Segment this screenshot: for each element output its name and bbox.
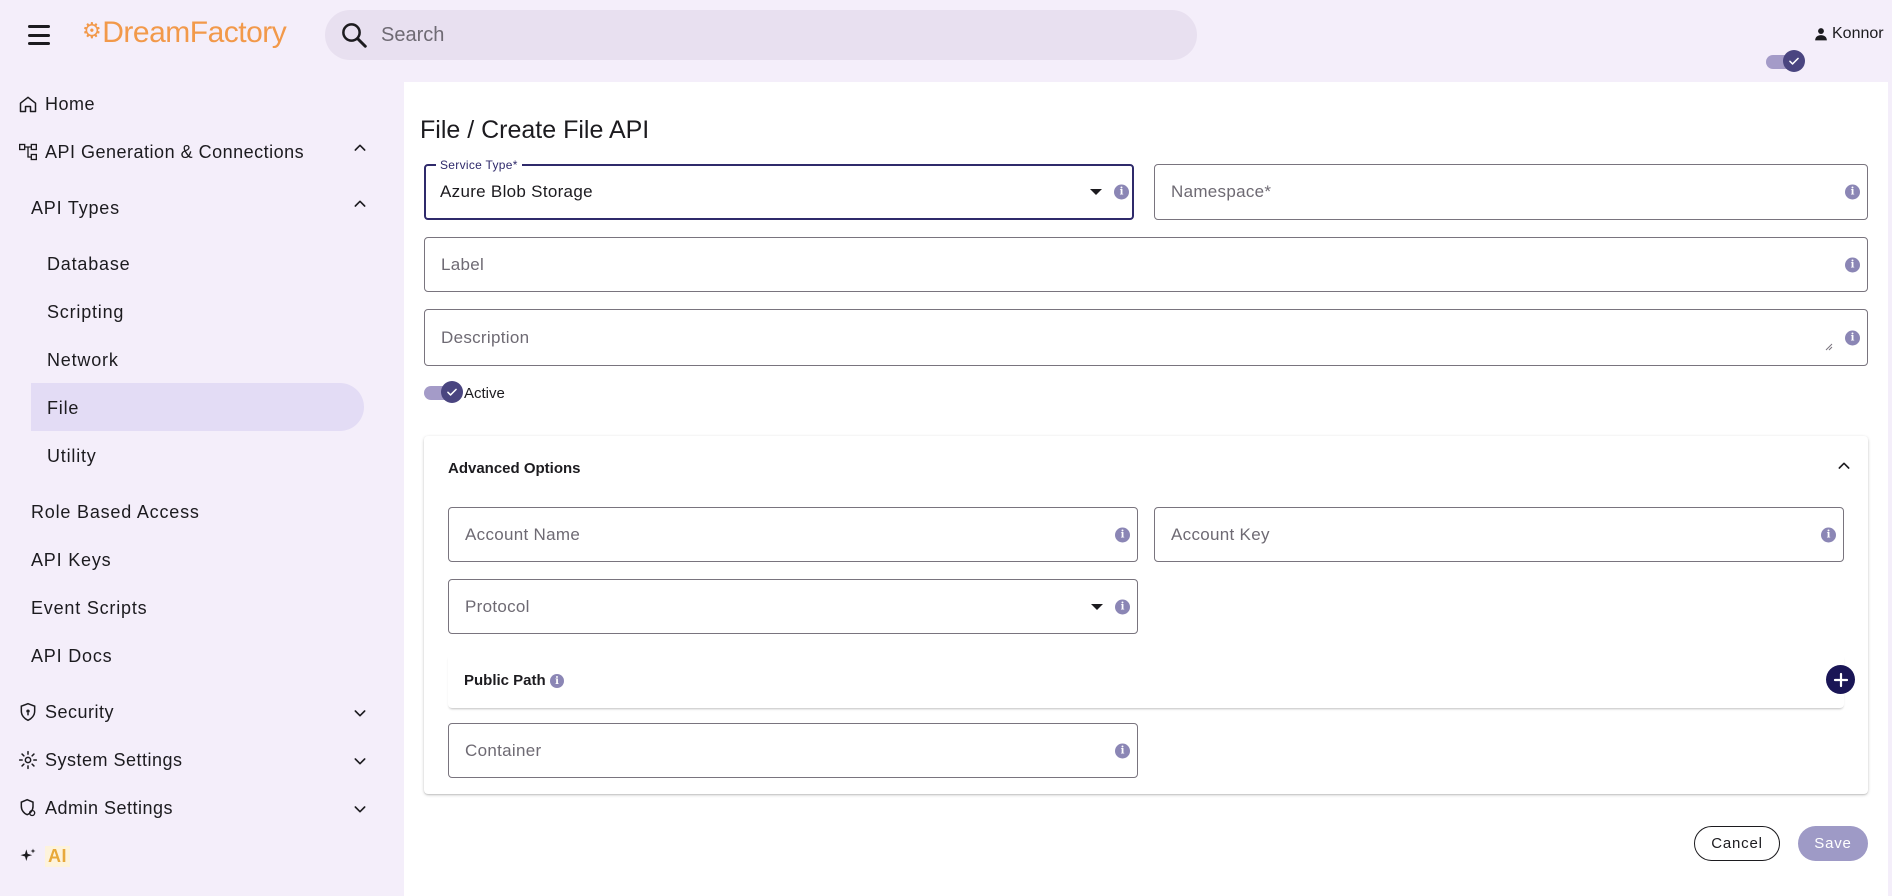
user-name: Konnor [1832, 25, 1884, 42]
dreamfactory-logo[interactable]: ⚙DreamFactory [82, 16, 287, 50]
protocol-placeholder: Protocol [465, 596, 530, 616]
active-toggle[interactable] [424, 381, 463, 403]
sidebar-item-system-settings[interactable]: System Settings [17, 749, 183, 771]
info-icon[interactable] [1114, 184, 1129, 200]
main-panel: File / Create File API Service Type* Azu… [404, 82, 1888, 896]
container-placeholder: Container [465, 740, 542, 760]
sidebar-item-ai[interactable]: AI [17, 845, 70, 867]
account-name-placeholder: Account Name [465, 524, 581, 544]
sidebar-item-role-based-access[interactable]: Role Based Access [31, 502, 200, 523]
app-header: ⚙DreamFactory Konnor [0, 0, 1892, 72]
shield-icon [17, 701, 39, 723]
dropdown-caret-icon [1091, 603, 1103, 610]
service-type-value: Azure Blob Storage [440, 182, 593, 201]
check-icon [447, 388, 457, 396]
protocol-select[interactable]: Protocol [448, 579, 1138, 634]
chevron-up-icon[interactable] [1836, 458, 1852, 474]
info-icon[interactable] [1845, 184, 1860, 200]
dropdown-caret-icon [1090, 189, 1102, 195]
advanced-options-title[interactable]: Advanced Options [448, 460, 581, 477]
sidebar-item-event-scripts[interactable]: Event Scripts [31, 598, 147, 619]
cancel-button[interactable]: Cancel [1694, 826, 1780, 861]
info-icon[interactable] [1115, 599, 1130, 614]
sidebar-item-home[interactable]: Home [17, 93, 95, 115]
sidebar-item-utility[interactable]: Utility [47, 446, 97, 467]
info-icon[interactable] [1115, 527, 1130, 542]
hierarchy-icon [17, 141, 39, 163]
account-key-field[interactable]: Account Key [1154, 507, 1844, 562]
search-input[interactable] [381, 23, 1161, 47]
plus-icon [1833, 672, 1848, 687]
description-placeholder: Description [441, 327, 530, 347]
account-name-field[interactable]: Account Name [448, 507, 1138, 562]
logo-gear-icon: ⚙ [82, 18, 102, 43]
container-field[interactable]: Container [448, 723, 1138, 778]
active-nav-highlight [31, 383, 364, 431]
sidebar-item-api-keys[interactable]: API Keys [31, 550, 111, 571]
person-icon [1815, 28, 1827, 41]
info-icon[interactable] [1845, 330, 1860, 345]
home-icon [17, 93, 39, 115]
chevron-up-icon[interactable] [352, 196, 368, 212]
public-path-section: Public Path [448, 654, 1855, 708]
search-bar[interactable] [325, 10, 1197, 60]
label-field[interactable]: Label [424, 237, 1868, 292]
sidebar-item-network[interactable]: Network [47, 350, 119, 371]
sparkle-icon [17, 845, 39, 867]
sidebar-item-scripting[interactable]: Scripting [47, 302, 124, 323]
chevron-down-icon[interactable] [352, 705, 368, 721]
namespace-placeholder: Namespace* [1171, 182, 1272, 201]
user-menu[interactable]: Konnor [1814, 25, 1884, 43]
check-icon [1789, 57, 1799, 65]
service-type-label: Service Type* [436, 158, 522, 172]
search-icon [342, 23, 367, 48]
theme-toggle[interactable] [1766, 50, 1805, 72]
chevron-up-icon[interactable] [352, 140, 368, 156]
sidebar-item-api-types[interactable]: API Types [31, 198, 120, 219]
sidebar-item-api-generation[interactable]: API Generation & Connections [17, 141, 304, 163]
sidebar-item-api-docs[interactable]: API Docs [31, 646, 112, 667]
public-path-label: Public Path [464, 672, 546, 689]
sidebar-item-admin-settings[interactable]: Admin Settings [17, 797, 173, 819]
info-icon[interactable] [1821, 527, 1836, 542]
description-textarea[interactable]: Description [424, 309, 1868, 366]
active-label: Active [464, 385, 505, 402]
label-placeholder: Label [441, 254, 485, 274]
sidebar-item-file[interactable]: File [47, 398, 79, 419]
advanced-options-panel: Advanced Options Account Name Account Ke… [424, 436, 1868, 794]
account-key-placeholder: Account Key [1171, 524, 1270, 544]
info-icon[interactable] [550, 674, 564, 688]
admin-shield-icon [17, 797, 39, 819]
info-icon[interactable] [1115, 743, 1130, 758]
chevron-down-icon[interactable] [352, 801, 368, 817]
namespace-field[interactable]: Namespace* [1154, 164, 1868, 220]
menu-icon[interactable] [24, 22, 54, 48]
page-title: File / Create File API [420, 116, 650, 144]
add-public-path-button[interactable] [1826, 665, 1855, 694]
sidebar-item-database[interactable]: Database [47, 254, 130, 275]
sidebar-item-security[interactable]: Security [17, 701, 114, 723]
save-button[interactable]: Save [1798, 826, 1868, 861]
service-type-select[interactable]: Service Type* Azure Blob Storage [424, 158, 1134, 220]
info-icon[interactable] [1845, 257, 1860, 272]
chevron-down-icon[interactable] [352, 753, 368, 769]
resize-handle-icon[interactable] [1823, 341, 1833, 351]
gear-icon [17, 749, 39, 771]
